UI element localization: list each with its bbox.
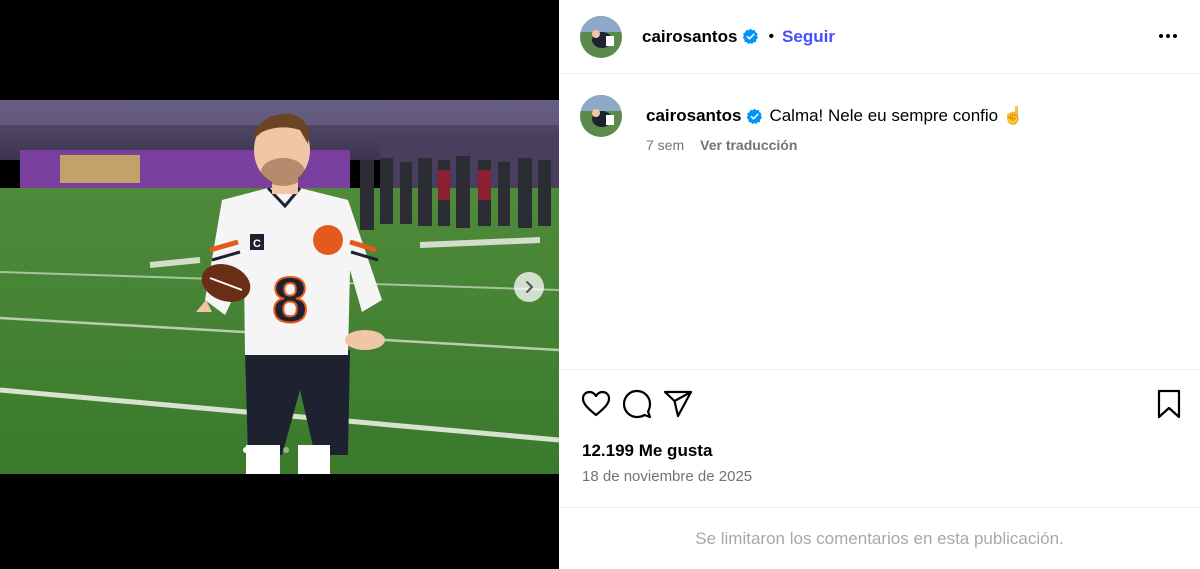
- more-horizontal-icon: [1159, 34, 1163, 38]
- username-link[interactable]: cairosantos: [642, 27, 737, 47]
- post-actions: 12.199 Me gusta 18 de noviembre de 2025: [559, 369, 1200, 507]
- comment-button[interactable]: [620, 387, 654, 421]
- more-dot: [1166, 34, 1170, 38]
- post-photo[interactable]: 8 C: [0, 100, 559, 474]
- caption-meta: 7 sem Ver traducción: [646, 137, 1024, 153]
- carousel-dot: [283, 447, 289, 453]
- post-details: cairosantos • Seguir cairosantos Calma! …: [559, 0, 1200, 569]
- chevron-right-icon: [526, 281, 533, 293]
- comment-icon: [622, 389, 652, 419]
- send-icon: [663, 390, 693, 418]
- carousel-indicator: [243, 447, 289, 453]
- heart-icon: [581, 390, 611, 417]
- likes-count[interactable]: 12.199 Me gusta: [582, 441, 712, 461]
- caption-line: cairosantos Calma! Nele eu sempre confio…: [646, 105, 1024, 127]
- post-date: 18 de noviembre de 2025: [582, 468, 753, 485]
- caption: cairosantos Calma! Nele eu sempre confio…: [580, 95, 1024, 153]
- post-age: 7 sem: [646, 137, 685, 153]
- caption-text: Calma! Nele eu sempre confio ☝️: [769, 106, 1024, 125]
- caption-area: cairosantos Calma! Nele eu sempre confio…: [559, 75, 1200, 368]
- avatar-image: [580, 95, 622, 137]
- translate-link[interactable]: Ver traducción: [700, 137, 797, 153]
- verified-badge-icon: [742, 28, 759, 45]
- more-dot: [1173, 34, 1177, 38]
- post-header: cairosantos • Seguir: [559, 0, 1200, 74]
- more-options-button[interactable]: [1157, 26, 1179, 46]
- avatar-image: [580, 15, 622, 58]
- verified-badge-icon: [746, 108, 763, 125]
- comments-limited-notice: Se limitaron los comentarios en esta pub…: [559, 507, 1200, 569]
- bookmark-icon: [1157, 389, 1181, 419]
- avatar[interactable]: [580, 15, 622, 58]
- action-icons: [579, 387, 695, 421]
- carousel-dot: [243, 447, 249, 453]
- caption-avatar[interactable]: [580, 95, 622, 137]
- save-button[interactable]: [1152, 387, 1186, 421]
- carousel-dot: [263, 447, 269, 453]
- svg-text:8: 8: [272, 264, 308, 336]
- caption-content: cairosantos Calma! Nele eu sempre confio…: [646, 95, 1024, 153]
- like-button[interactable]: [579, 387, 613, 421]
- post-media: 8 C: [0, 0, 559, 569]
- carousel-next-button[interactable]: [514, 272, 544, 302]
- svg-text:C: C: [253, 238, 261, 250]
- caption-username-link[interactable]: cairosantos: [646, 105, 741, 127]
- share-button[interactable]: [661, 387, 695, 421]
- carousel-dot: [273, 447, 279, 453]
- separator-dot: •: [768, 27, 775, 45]
- follow-button[interactable]: Seguir: [782, 27, 835, 47]
- carousel-dot: [253, 447, 259, 453]
- player-photo: 8 C: [0, 100, 559, 474]
